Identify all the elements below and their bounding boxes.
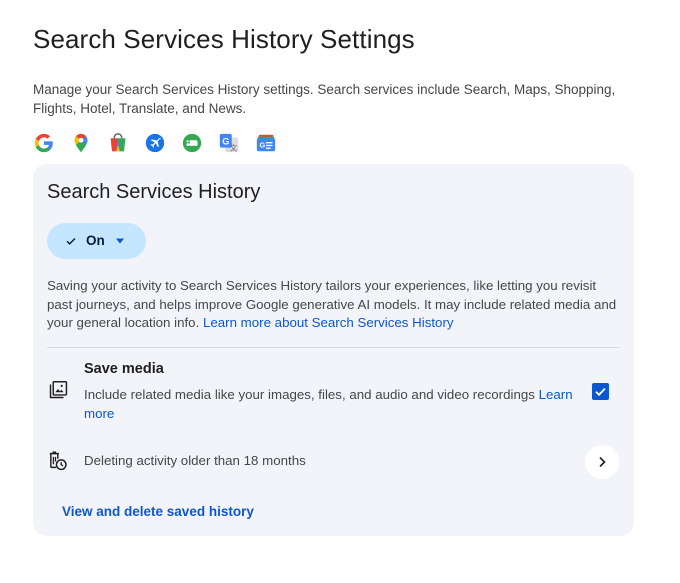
auto-delete-icon [47, 450, 69, 472]
save-media-description: Include related media like your images, … [84, 386, 574, 423]
chevron-right-icon [599, 456, 606, 468]
svg-text:文: 文 [229, 143, 237, 152]
history-description: Saving your activity to Search Services … [47, 277, 622, 333]
search-history-card: Search Services History On Saving your a… [33, 164, 634, 536]
photo-library-icon [47, 379, 69, 401]
google-g-icon [32, 131, 55, 154]
auto-delete-text: Deleting activity older than 18 months [84, 453, 306, 468]
save-media-description-text: Include related media like your images, … [84, 387, 535, 402]
translate-icon: G 文 [217, 131, 240, 154]
maps-pin-icon [69, 131, 92, 154]
svg-text:G: G [259, 140, 265, 149]
flights-plane-icon [143, 131, 166, 154]
view-delete-history-link[interactable]: View and delete saved history [62, 504, 254, 519]
save-media-title: Save media [84, 361, 164, 377]
divider [47, 347, 619, 348]
auto-delete-open-button[interactable] [585, 445, 619, 479]
shopping-bag-icon [106, 131, 129, 154]
save-media-checkbox[interactable] [592, 383, 609, 400]
check-icon [66, 238, 76, 245]
service-icons: G 文 G [32, 131, 277, 154]
learn-more-history-link[interactable]: Learn more about Search Services History [203, 315, 454, 330]
caret-down-icon [116, 238, 124, 244]
page-intro: Manage your Search Services History sett… [33, 82, 616, 116]
checkmark-icon [595, 387, 606, 397]
history-status-dropdown[interactable]: On [47, 223, 146, 259]
page-title: Search Services History Settings [33, 24, 415, 54]
news-icon: G [254, 131, 277, 154]
history-status-label: On [86, 233, 105, 248]
card-title: Search Services History [47, 181, 261, 203]
hotel-bed-icon [180, 131, 203, 154]
svg-text:G: G [222, 136, 229, 146]
